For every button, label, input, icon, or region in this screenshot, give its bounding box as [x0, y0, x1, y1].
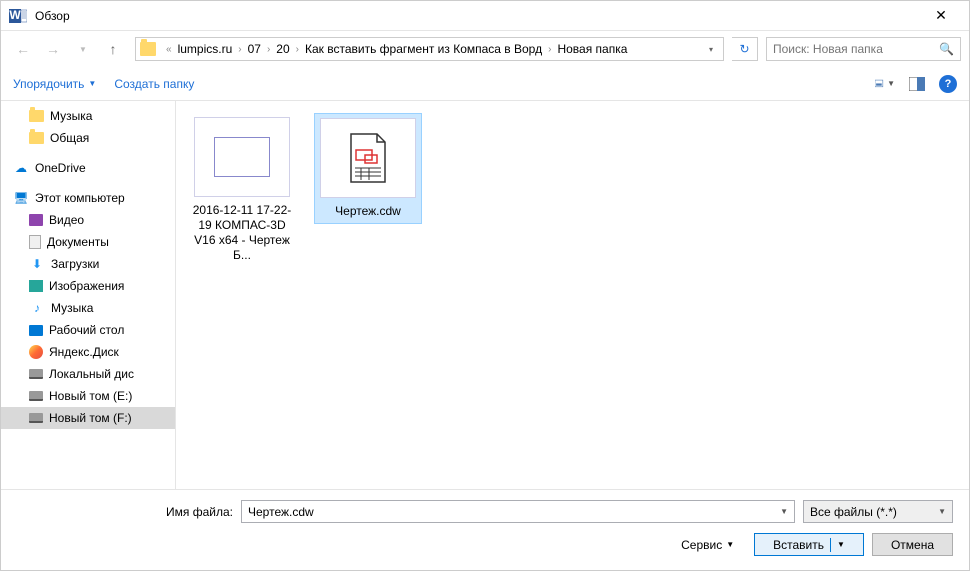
sidebar-item-yandex[interactable]: Яндекс.Диск: [1, 341, 175, 363]
drive-icon: [29, 391, 43, 401]
drive-icon: [29, 369, 43, 379]
chevron-right-icon: ›: [263, 44, 274, 55]
help-button[interactable]: ?: [939, 75, 957, 93]
sidebar-item-desktop[interactable]: Рабочий стол: [1, 319, 175, 341]
breadcrumb-item[interactable]: 07: [246, 42, 263, 56]
search-input[interactable]: [773, 42, 939, 56]
sidebar-item-downloads[interactable]: ⬇Загрузки: [1, 253, 175, 275]
close-button[interactable]: ✕: [921, 1, 961, 31]
search-box[interactable]: 🔍: [766, 37, 961, 61]
breadcrumb-overflow[interactable]: «: [162, 44, 176, 55]
chevron-right-icon: ›: [234, 44, 245, 55]
drive-icon: [29, 413, 43, 423]
recent-dropdown[interactable]: ▼: [69, 35, 97, 63]
filename-combo[interactable]: Чертеж.cdw ▼: [241, 500, 795, 523]
music-icon: ♪: [29, 300, 45, 316]
address-bar[interactable]: « lumpics.ru › 07 › 20 › Как вставить фр…: [135, 37, 724, 61]
video-icon: [29, 214, 43, 226]
sidebar[interactable]: Музыка Общая ☁OneDrive 🖥Этот компьютер В…: [1, 101, 176, 489]
word-icon: W: [9, 7, 27, 25]
window-title: Обзор: [35, 9, 921, 23]
new-folder-button[interactable]: Создать папку: [114, 77, 194, 91]
chevron-right-icon: ›: [292, 44, 303, 55]
sidebar-item-images[interactable]: Изображения: [1, 275, 175, 297]
onedrive-icon: ☁: [13, 160, 29, 176]
filetype-filter[interactable]: Все файлы (*.*) ▼: [803, 500, 953, 523]
breadcrumb-item[interactable]: lumpics.ru: [176, 42, 235, 56]
preview-button[interactable]: [907, 74, 927, 94]
file-thumbnail: [194, 117, 290, 197]
sidebar-item-thispc[interactable]: 🖥Этот компьютер: [1, 187, 175, 209]
address-dropdown[interactable]: ▾: [703, 45, 719, 54]
file-list[interactable]: 2016-12-11 17-22-19 КОМПАС-3D V16 x64 - …: [176, 101, 969, 489]
breadcrumb-item[interactable]: Как вставить фрагмент из Компаса в Ворд: [303, 42, 544, 56]
bottom-panel: Имя файла: Чертеж.cdw ▼ Все файлы (*.*) …: [1, 489, 969, 570]
forward-button[interactable]: →: [39, 35, 67, 63]
file-item[interactable]: 2016-12-11 17-22-19 КОМПАС-3D V16 x64 - …: [188, 113, 296, 267]
file-label: Чертеж.cdw: [319, 204, 417, 219]
file-open-dialog: W Обзор ✕ ← → ▼ ↑ « lumpics.ru › 07 › 20…: [0, 0, 970, 571]
image-icon: [29, 280, 43, 292]
breadcrumb-item[interactable]: Новая папка: [555, 42, 629, 56]
chevron-down-icon: ▼: [780, 507, 788, 516]
file-item-selected[interactable]: Чертеж.cdw: [314, 113, 422, 224]
search-icon[interactable]: 🔍: [939, 42, 954, 56]
sidebar-item-documents[interactable]: Документы: [1, 231, 175, 253]
sidebar-item-music[interactable]: Музыка: [1, 105, 175, 127]
sidebar-item-videos[interactable]: Видео: [1, 209, 175, 231]
desktop-icon: [29, 325, 43, 336]
svg-text:W: W: [9, 8, 21, 22]
refresh-button[interactable]: ↻: [732, 37, 758, 61]
sidebar-item-onedrive[interactable]: ☁OneDrive: [1, 157, 175, 179]
up-button[interactable]: ↑: [99, 35, 127, 63]
insert-button[interactable]: Вставить▼: [754, 533, 864, 556]
pc-icon: 🖥: [13, 190, 29, 206]
chevron-down-icon: ▼: [938, 507, 946, 516]
sidebar-item-drive-e[interactable]: Новый том (E:): [1, 385, 175, 407]
filename-value: Чертеж.cdw: [248, 505, 314, 519]
filename-label: Имя файла:: [17, 505, 233, 519]
breadcrumb-item[interactable]: 20: [274, 42, 291, 56]
cancel-button[interactable]: Отмена: [872, 533, 953, 556]
titlebar: W Обзор ✕: [1, 1, 969, 31]
file-label: 2016-12-11 17-22-19 КОМПАС-3D V16 x64 - …: [192, 203, 292, 263]
file-thumbnail: [320, 118, 416, 198]
sidebar-item-localdisk[interactable]: Локальный дис: [1, 363, 175, 385]
document-icon: [29, 235, 41, 249]
chevron-down-icon: ▼: [837, 540, 845, 549]
download-icon: ⬇: [29, 256, 45, 272]
yandex-icon: [29, 345, 43, 359]
service-dropdown[interactable]: Сервис▼: [681, 538, 734, 552]
sidebar-item-shared[interactable]: Общая: [1, 127, 175, 149]
organize-button[interactable]: Упорядочить▼: [13, 77, 96, 91]
folder-icon: [29, 132, 44, 144]
nav-bar: ← → ▼ ↑ « lumpics.ru › 07 › 20 › Как вст…: [1, 31, 969, 67]
back-button[interactable]: ←: [9, 35, 37, 63]
chevron-down-icon: ▼: [726, 540, 734, 549]
chevron-down-icon: ▼: [88, 79, 96, 88]
folder-icon: [29, 110, 44, 122]
chevron-right-icon: ›: [544, 44, 555, 55]
body: Музыка Общая ☁OneDrive 🖥Этот компьютер В…: [1, 101, 969, 489]
view-button[interactable]: ▼: [875, 74, 895, 94]
sidebar-item-drive-f[interactable]: Новый том (F:): [1, 407, 175, 429]
toolbar: Упорядочить▼ Создать папку ▼ ?: [1, 67, 969, 101]
folder-icon: [140, 42, 156, 56]
sidebar-item-music2[interactable]: ♪Музыка: [1, 297, 175, 319]
